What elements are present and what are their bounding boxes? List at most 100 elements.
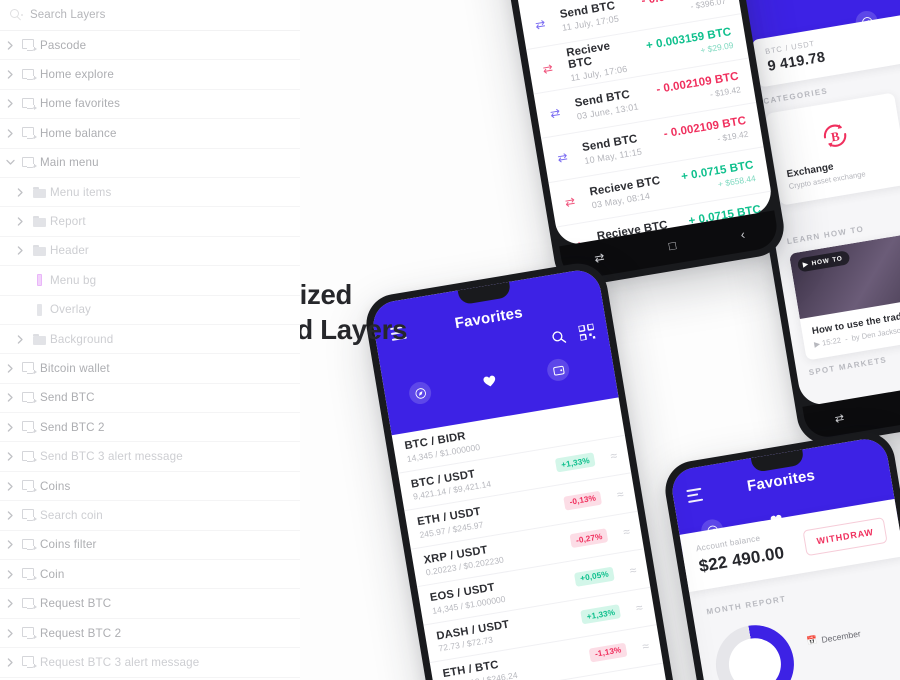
chevron-right-icon[interactable]: [2, 599, 18, 608]
layer-row-main-menu[interactable]: Main menu: [0, 149, 300, 178]
send-arrow-icon: ⇄: [556, 149, 569, 166]
month-selector[interactable]: 📅 December: [806, 627, 861, 647]
layer-name: Menu bg: [50, 273, 97, 287]
layer-row-send-btc[interactable]: Send BTC: [0, 384, 300, 414]
chevron-right-icon[interactable]: [2, 41, 18, 50]
artboard-icon: [22, 450, 37, 463]
chevron-right-icon[interactable]: [2, 658, 18, 667]
layer-row-report[interactable]: Report: [0, 207, 300, 237]
layer-row-pascode[interactable]: Pascode: [0, 31, 300, 61]
sparkline-icon: ≈: [637, 677, 657, 680]
page-title: Favorites: [745, 466, 817, 495]
withdraw-button[interactable]: WITHDRAW: [802, 516, 888, 556]
chevron-right-icon[interactable]: [2, 364, 18, 373]
category-card-exchange[interactable]: B Exchange Crypto asset exchange: [765, 92, 900, 206]
chevron-right-icon[interactable]: [2, 70, 18, 79]
chevron-right-icon[interactable]: [2, 423, 18, 432]
layer-type-icon: [18, 450, 40, 463]
chevron-right-icon[interactable]: [2, 393, 18, 403]
video-card[interactable]: ▶ HOW TO How to use the trading platform…: [788, 223, 900, 361]
chevron-right-icon[interactable]: [2, 540, 18, 549]
layer-name: Main menu: [40, 156, 99, 170]
chevron-down-icon[interactable]: [2, 159, 18, 166]
layer-row-menu-bg[interactable]: Menu bg: [0, 266, 300, 296]
change-badge: +0,05%: [574, 566, 615, 587]
back-icon[interactable]: ‹: [739, 226, 746, 242]
artboard-icon: [22, 538, 37, 551]
folder-icon: [32, 245, 46, 257]
layer-row-send-btc-3-alert-message[interactable]: Send BTC 3 alert message: [0, 442, 300, 472]
layer-name: Send BTC: [40, 391, 95, 405]
month-report-donut-chart: [710, 619, 800, 680]
send-arrow-icon: ⇄: [534, 16, 547, 33]
layer-row-coins[interactable]: Coins: [0, 472, 300, 502]
chevron-right-icon[interactable]: [12, 217, 28, 226]
layer-name: Home balance: [40, 126, 117, 140]
search-input[interactable]: [30, 9, 240, 21]
chevron-right-icon[interactable]: [2, 452, 18, 461]
recents-icon[interactable]: ⇄: [834, 411, 845, 425]
chevron-right-icon[interactable]: [2, 628, 18, 638]
layer-name: Send BTC 3 alert message: [40, 450, 183, 464]
layer-row-request-btc[interactable]: Request BTC: [0, 589, 300, 619]
layer-name: Home favorites: [40, 97, 121, 111]
layer-row-background[interactable]: Background: [0, 325, 300, 355]
layer-row-send-btc-2[interactable]: Send BTC 2: [0, 413, 300, 443]
heart-icon[interactable]: [477, 369, 502, 394]
layer-row-header[interactable]: Header: [0, 237, 300, 267]
layer-type-icon: [18, 568, 40, 580]
layer-row-home-explore[interactable]: Home explore: [0, 60, 300, 90]
layer-name: Coin: [40, 567, 65, 581]
folder-icon: [32, 216, 46, 228]
layer-name: Search coin: [40, 508, 103, 522]
wallet-icon[interactable]: [545, 357, 571, 383]
layer-name: Coins: [40, 479, 71, 493]
qr-scan-button[interactable]: [577, 322, 596, 346]
layer-name: Request BTC: [40, 597, 112, 611]
artboard-icon: [22, 627, 37, 639]
artboard-icon: [22, 156, 37, 169]
layer-type-icon: [18, 509, 40, 522]
sparkline-icon: ≈: [615, 486, 625, 502]
sparkline-icon: ≈: [622, 524, 632, 540]
phone-transactions-mockup: ⇄ Send BTC 11 July, 17:05 - 0.043010 BTC…: [481, 0, 789, 290]
layer-row-search-coin[interactable]: Search coin: [0, 501, 300, 531]
search-button[interactable]: [551, 329, 568, 350]
layer-type-icon: [18, 97, 40, 110]
layer-row-home-balance[interactable]: Home balance: [0, 119, 300, 149]
layer-name: Coins filter: [40, 538, 97, 552]
layer-type-icon: [18, 538, 40, 551]
chevron-right-icon[interactable]: [2, 570, 18, 579]
hamburger-icon[interactable]: [686, 487, 704, 506]
chevron-right-icon[interactable]: [12, 246, 28, 256]
search-layers-row[interactable]: [0, 0, 300, 31]
layer-row-request-btc-3-alert-message[interactable]: Request BTC 3 alert message: [0, 648, 300, 678]
layer-row-menu-items[interactable]: Menu items: [0, 178, 300, 208]
layer-row-coin[interactable]: Coin: [0, 560, 300, 590]
chevron-right-icon[interactable]: [2, 511, 18, 520]
layer-row-request-btc-2[interactable]: Request BTC 2: [0, 619, 300, 649]
chevron-right-icon[interactable]: [12, 334, 28, 344]
chevron-right-icon[interactable]: [2, 99, 18, 109]
send-arrow-icon: ⇄: [549, 105, 562, 121]
layers-panel: Pascode Home explore Home favorites Home ba…: [0, 0, 300, 680]
layer-row-home-favorites[interactable]: Home favorites: [0, 90, 300, 120]
artboard-icon: [22, 656, 37, 668]
layer-row-coins-filter[interactable]: Coins filter: [0, 531, 300, 561]
layer-row-overlay[interactable]: Overlay: [0, 296, 300, 325]
layer-type-icon: [28, 333, 50, 345]
layer-name: Report: [50, 215, 86, 229]
layer-name: Request BTC 3 alert message: [40, 655, 200, 669]
layer-name: Bitcoin wallet: [40, 361, 110, 375]
home-icon[interactable]: □: [668, 238, 677, 253]
chevron-right-icon[interactable]: [12, 187, 28, 197]
chevron-right-icon[interactable]: [2, 481, 18, 491]
chevron-right-icon[interactable]: [2, 129, 18, 138]
layer-tree: Pascode Home explore Home favorites Home ba…: [0, 31, 300, 680]
change-badge: -0,27%: [570, 528, 609, 549]
sparkline-icon: ≈: [634, 600, 644, 616]
compass-icon[interactable]: [407, 380, 433, 406]
artboard-icon: [22, 568, 37, 580]
tab-bar: [407, 357, 571, 406]
layer-row-bitcoin-wallet[interactable]: Bitcoin wallet: [0, 354, 300, 384]
